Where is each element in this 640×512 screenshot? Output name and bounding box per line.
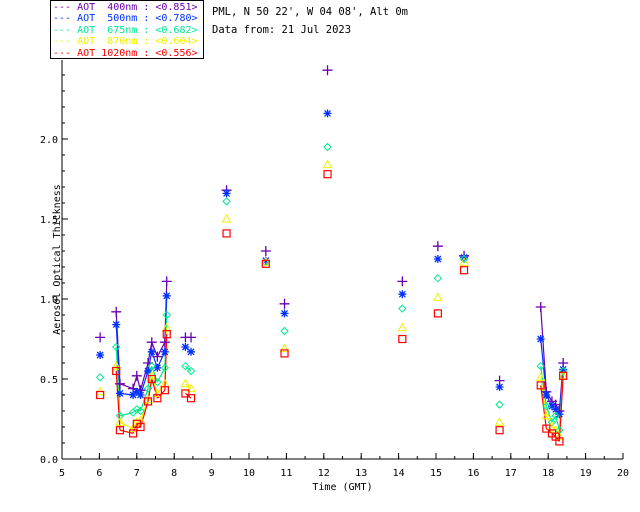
data-point-triangle — [322, 159, 333, 169]
y-tick-label: 0.0 — [40, 455, 58, 466]
data-point-diamond — [323, 142, 332, 152]
data-point-asterisk — [555, 410, 564, 419]
data-point-plus — [131, 370, 142, 381]
data-point-triangle — [397, 322, 408, 332]
data-point-square — [459, 266, 469, 275]
data-point-plus — [279, 298, 290, 309]
x-tick-label: 11 — [280, 468, 292, 479]
data-point-asterisk — [112, 320, 121, 329]
data-point-square — [433, 309, 442, 318]
x-tick-label: 19 — [580, 468, 592, 479]
data-point-asterisk — [147, 347, 156, 356]
data-point-asterisk — [136, 391, 145, 399]
data-point-diamond — [495, 400, 504, 409]
data-point-triangle — [279, 343, 290, 353]
data-point-asterisk — [115, 389, 124, 398]
data-point-diamond — [398, 304, 407, 313]
data-point-square — [280, 349, 289, 358]
x-tick-label: 17 — [505, 468, 517, 479]
data-point-triangle — [494, 417, 505, 426]
data-point-plus — [260, 246, 271, 256]
data-point-plus — [161, 276, 172, 287]
x-tick-label: 10 — [243, 468, 255, 479]
data-point-triangle — [221, 213, 232, 223]
x-tick-label: 18 — [542, 468, 554, 479]
data-point-diamond — [433, 273, 443, 283]
data-point-asterisk — [160, 347, 169, 356]
data-point-asterisk — [323, 109, 332, 118]
x-axis-label: Time (GMT) — [312, 482, 372, 493]
x-tick-label: 16 — [467, 468, 479, 479]
x-tick-label: 14 — [393, 468, 405, 479]
data-point-asterisk — [433, 255, 442, 263]
data-point-plus — [397, 276, 408, 287]
data-point-diamond — [95, 373, 105, 382]
data-point-asterisk — [536, 335, 545, 343]
x-tick-label: 7 — [134, 468, 140, 479]
data-point-asterisk — [280, 309, 289, 318]
data-point-asterisk — [162, 291, 171, 300]
data-point-square — [323, 170, 332, 179]
data-point-triangle — [433, 292, 443, 301]
series-line — [119, 383, 134, 390]
data-point-plus — [322, 65, 333, 76]
plot-area: 5 6 7 8 9 10 11 12 13 14 15 16 17 18 19 200.00.51.01.52… — [40, 60, 629, 493]
x-tick-label: 5 — [59, 468, 65, 479]
x-tick-label: 15 — [430, 468, 442, 479]
chart-window: --- AOT 400nm : <0.851> --- AOT 500nm : <… — [0, 0, 640, 512]
data-point-diamond — [280, 326, 289, 336]
x-tick-label: 20 — [617, 468, 629, 479]
x-tick-label: 13 — [355, 468, 367, 479]
data-point-square — [222, 229, 231, 238]
y-tick-label: 2.0 — [40, 135, 58, 146]
x-tick-label: 8 — [171, 468, 177, 479]
data-point-plus — [111, 306, 122, 317]
data-point-square — [495, 426, 504, 435]
data-point-asterisk — [495, 383, 504, 391]
data-point-plus — [535, 302, 546, 312]
data-point-plus — [159, 337, 170, 348]
data-point-asterisk — [96, 351, 105, 359]
x-tick-label: 12 — [318, 468, 330, 479]
data-point-asterisk — [542, 391, 551, 399]
y-tick-label: 0.5 — [40, 375, 58, 386]
y-axis-label: Aerosol Optical Thickness — [52, 184, 63, 335]
data-point-asterisk — [398, 290, 407, 299]
data-point-square — [398, 334, 407, 344]
x-tick-label: 9 — [209, 468, 215, 479]
x-tick-label: 6 — [96, 468, 102, 479]
data-point-diamond — [222, 197, 231, 206]
data-point-asterisk — [222, 189, 231, 198]
data-point-plus — [186, 332, 197, 343]
data-point-asterisk — [187, 347, 196, 356]
data-point-plus — [432, 241, 443, 252]
data-point-plus — [146, 337, 157, 348]
data-point-plus — [95, 332, 106, 343]
